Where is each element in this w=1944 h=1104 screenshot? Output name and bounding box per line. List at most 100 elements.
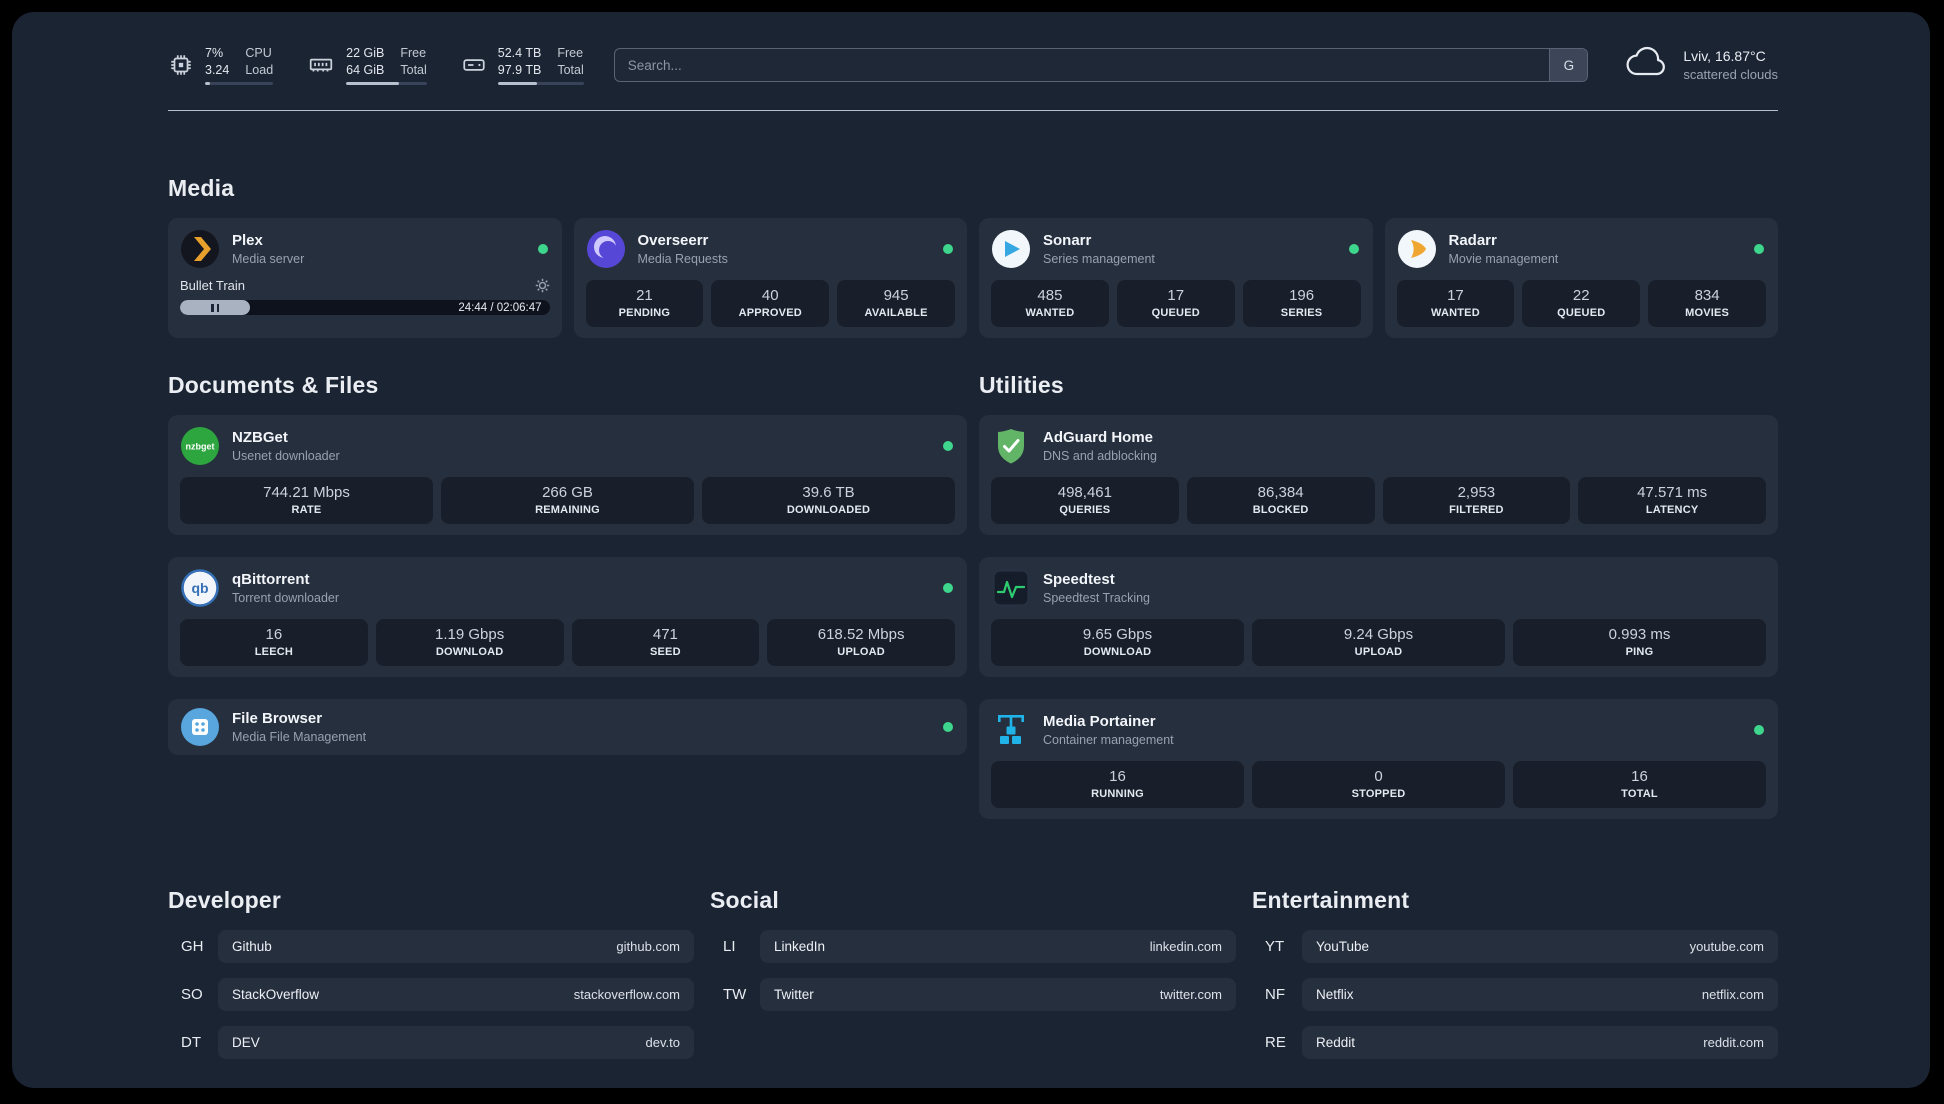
stat-tile: 21 PENDING [585, 280, 704, 327]
service-card-radarr[interactable]: Radarr Movie management 17 WANTED 22 QUE… [1384, 218, 1778, 338]
service-subtitle: Media Requests [637, 252, 728, 266]
stat-value: 16 [265, 626, 283, 643]
stat-label: DOWNLOAD [435, 646, 504, 658]
bookmark-dev[interactable]: DEV dev.to [218, 1026, 694, 1059]
search-bar: G [613, 48, 1589, 82]
service-subtitle: Container management [1043, 733, 1174, 747]
disk-total-label: Total [557, 62, 584, 77]
bookmark-name: Reddit [1316, 1035, 1356, 1050]
section-media: Media Plex Media server Bullet Train 24:… [168, 175, 1778, 338]
stat-label: RUNNING [1091, 788, 1144, 800]
memory-usage-bar [346, 82, 427, 85]
status-dot [1348, 244, 1359, 254]
stat-value: 16 [1631, 768, 1648, 785]
bookmark-name: Twitter [774, 987, 814, 1002]
stat-tile: 266 GB REMAINING [441, 477, 694, 524]
stat-label: BLOCKED [1252, 504, 1309, 516]
bookmark-youtube[interactable]: YouTube youtube.com [1302, 930, 1778, 963]
stat-tile: 9.65 Gbps DOWNLOAD [991, 619, 1244, 666]
pause-icon[interactable] [211, 303, 220, 312]
service-card-overseerr[interactable]: Overseerr Media Requests 21 PENDING 40 A… [573, 218, 967, 338]
stat-value: 471 [652, 626, 678, 643]
bookmark-row: LI LinkedIn linkedin.com [710, 930, 1236, 963]
bookmark-abbr: YT [1265, 938, 1285, 955]
status-dot [943, 244, 953, 254]
stat-tile: 834 MOVIES [1648, 280, 1766, 327]
bookmark-row: DT DEV dev.to [168, 1026, 694, 1059]
service-name: NZBGet [232, 429, 288, 446]
stat-label: APPROVED [738, 307, 802, 319]
overseerr-icon [586, 229, 626, 269]
bookmark-abbr: DT [181, 1034, 201, 1051]
service-card-nzbget[interactable]: nzbget NZBGet Usenet downloader 744.21 M… [168, 415, 967, 535]
service-name: File Browser [232, 710, 323, 727]
stat-value: 618.52 Mbps [817, 626, 905, 643]
stat-tile: 17 QUEUED [1116, 280, 1235, 327]
stat-label: QUERIES [1059, 504, 1111, 516]
status-dot [943, 441, 953, 451]
section-title-developer: Developer [168, 887, 282, 913]
memory-widget: 22 GiB 64 GiB Free Total [307, 45, 427, 85]
stat-tile: 47.571 ms LATENCY [1578, 477, 1766, 524]
bookmark-name: YouTube [1316, 939, 1370, 954]
service-name: Plex [232, 232, 263, 249]
bookmark-row: RE Reddit reddit.com [1252, 1026, 1778, 1059]
status-dot [1754, 725, 1764, 735]
plex-icon [180, 229, 220, 269]
section-social: Social LI LinkedIn linkedin.com TW Twitt… [710, 887, 1236, 1059]
bookmark-twitter[interactable]: Twitter twitter.com [760, 978, 1236, 1011]
service-name: AdGuard Home [1043, 429, 1154, 446]
service-card-filebrowser[interactable]: File Browser Media File Management [168, 699, 967, 755]
service-name: Overseerr [637, 232, 709, 249]
service-card-speedtest[interactable]: Speedtest Speedtest Tracking 9.65 Gbps D… [979, 557, 1778, 677]
status-dot [943, 583, 953, 593]
disk-usage-bar [497, 82, 584, 85]
service-card-sonarr[interactable]: Sonarr Series management 485 WANTED 17 Q… [979, 218, 1373, 338]
stat-value: 17 [1447, 287, 1464, 304]
service-card-plex[interactable]: Plex Media server Bullet Train 24:44 / 0… [168, 218, 562, 338]
service-subtitle: Series management [1043, 252, 1155, 266]
service-card-qbittorrent[interactable]: qb qBittorrent Torrent downloader 16 LEE… [168, 557, 967, 677]
weather-widget[interactable]: Lviv, 16.87°C scattered clouds [1624, 46, 1778, 85]
stat-label: STOPPED [1351, 788, 1406, 800]
stat-tile: 945 AVAILABLE [837, 280, 955, 327]
bookmark-name: LinkedIn [774, 939, 826, 954]
section-title-social: Social [710, 887, 779, 913]
bookmark-netflix[interactable]: Netflix netflix.com [1302, 978, 1778, 1011]
disk-total-value: 97.9 TB [497, 62, 542, 77]
stat-value: 0.993 ms [1608, 626, 1671, 643]
service-name: qBittorrent [232, 571, 310, 588]
now-playing-widget: Bullet Train 24:44 / 02:06:47 [180, 278, 550, 315]
stat-label: WANTED [1430, 307, 1480, 319]
service-card-portainer[interactable]: Media Portainer Container management 16 … [979, 699, 1778, 819]
section-title-utilities: Utilities [979, 372, 1064, 398]
bookmark-url: github.com [616, 939, 680, 954]
stat-tile: 16 TOTAL [1513, 761, 1766, 808]
bookmark-reddit[interactable]: Reddit reddit.com [1302, 1026, 1778, 1059]
bookmark-url: stackoverflow.com [573, 987, 680, 1002]
bookmark-url: netflix.com [1701, 987, 1764, 1002]
cpu-widget: 7% 3.24 CPU Load [168, 45, 274, 85]
stat-label: QUEUED [1557, 307, 1606, 319]
stat-tile: 22 QUEUED [1522, 280, 1641, 327]
bookmark-url: linkedin.com [1149, 939, 1222, 954]
bookmark-github[interactable]: Github github.com [218, 930, 694, 963]
bookmark-stackoverflow[interactable]: StackOverflow stackoverflow.com [218, 978, 694, 1011]
bookmark-name: Github [232, 939, 272, 954]
playback-progress-bar[interactable]: 24:44 / 02:06:47 [180, 300, 550, 315]
bookmark-name: DEV [232, 1035, 260, 1050]
stat-value: 47.571 ms [1637, 484, 1708, 501]
dashboard: 7% 3.24 CPU Load 22 GiB 64 GiB Free Tota… [12, 12, 1930, 1088]
stat-tile: 16 LEECH [180, 619, 368, 666]
gear-icon[interactable] [535, 278, 550, 293]
weather-location: Lviv, 16.87°C [1683, 48, 1766, 64]
service-card-adguard[interactable]: AdGuard Home DNS and adblocking 498,461 … [979, 415, 1778, 535]
bookmark-row: SO StackOverflow stackoverflow.com [168, 978, 694, 1011]
stat-value: 945 [883, 287, 909, 304]
bookmark-linkedin[interactable]: LinkedIn linkedin.com [760, 930, 1236, 963]
bookmark-name: StackOverflow [232, 987, 320, 1002]
search-input[interactable] [614, 49, 1550, 81]
search-provider-button[interactable]: G [1549, 49, 1588, 81]
stat-value: 266 GB [542, 484, 593, 501]
stat-tile: 1.19 Gbps DOWNLOAD [375, 619, 564, 666]
